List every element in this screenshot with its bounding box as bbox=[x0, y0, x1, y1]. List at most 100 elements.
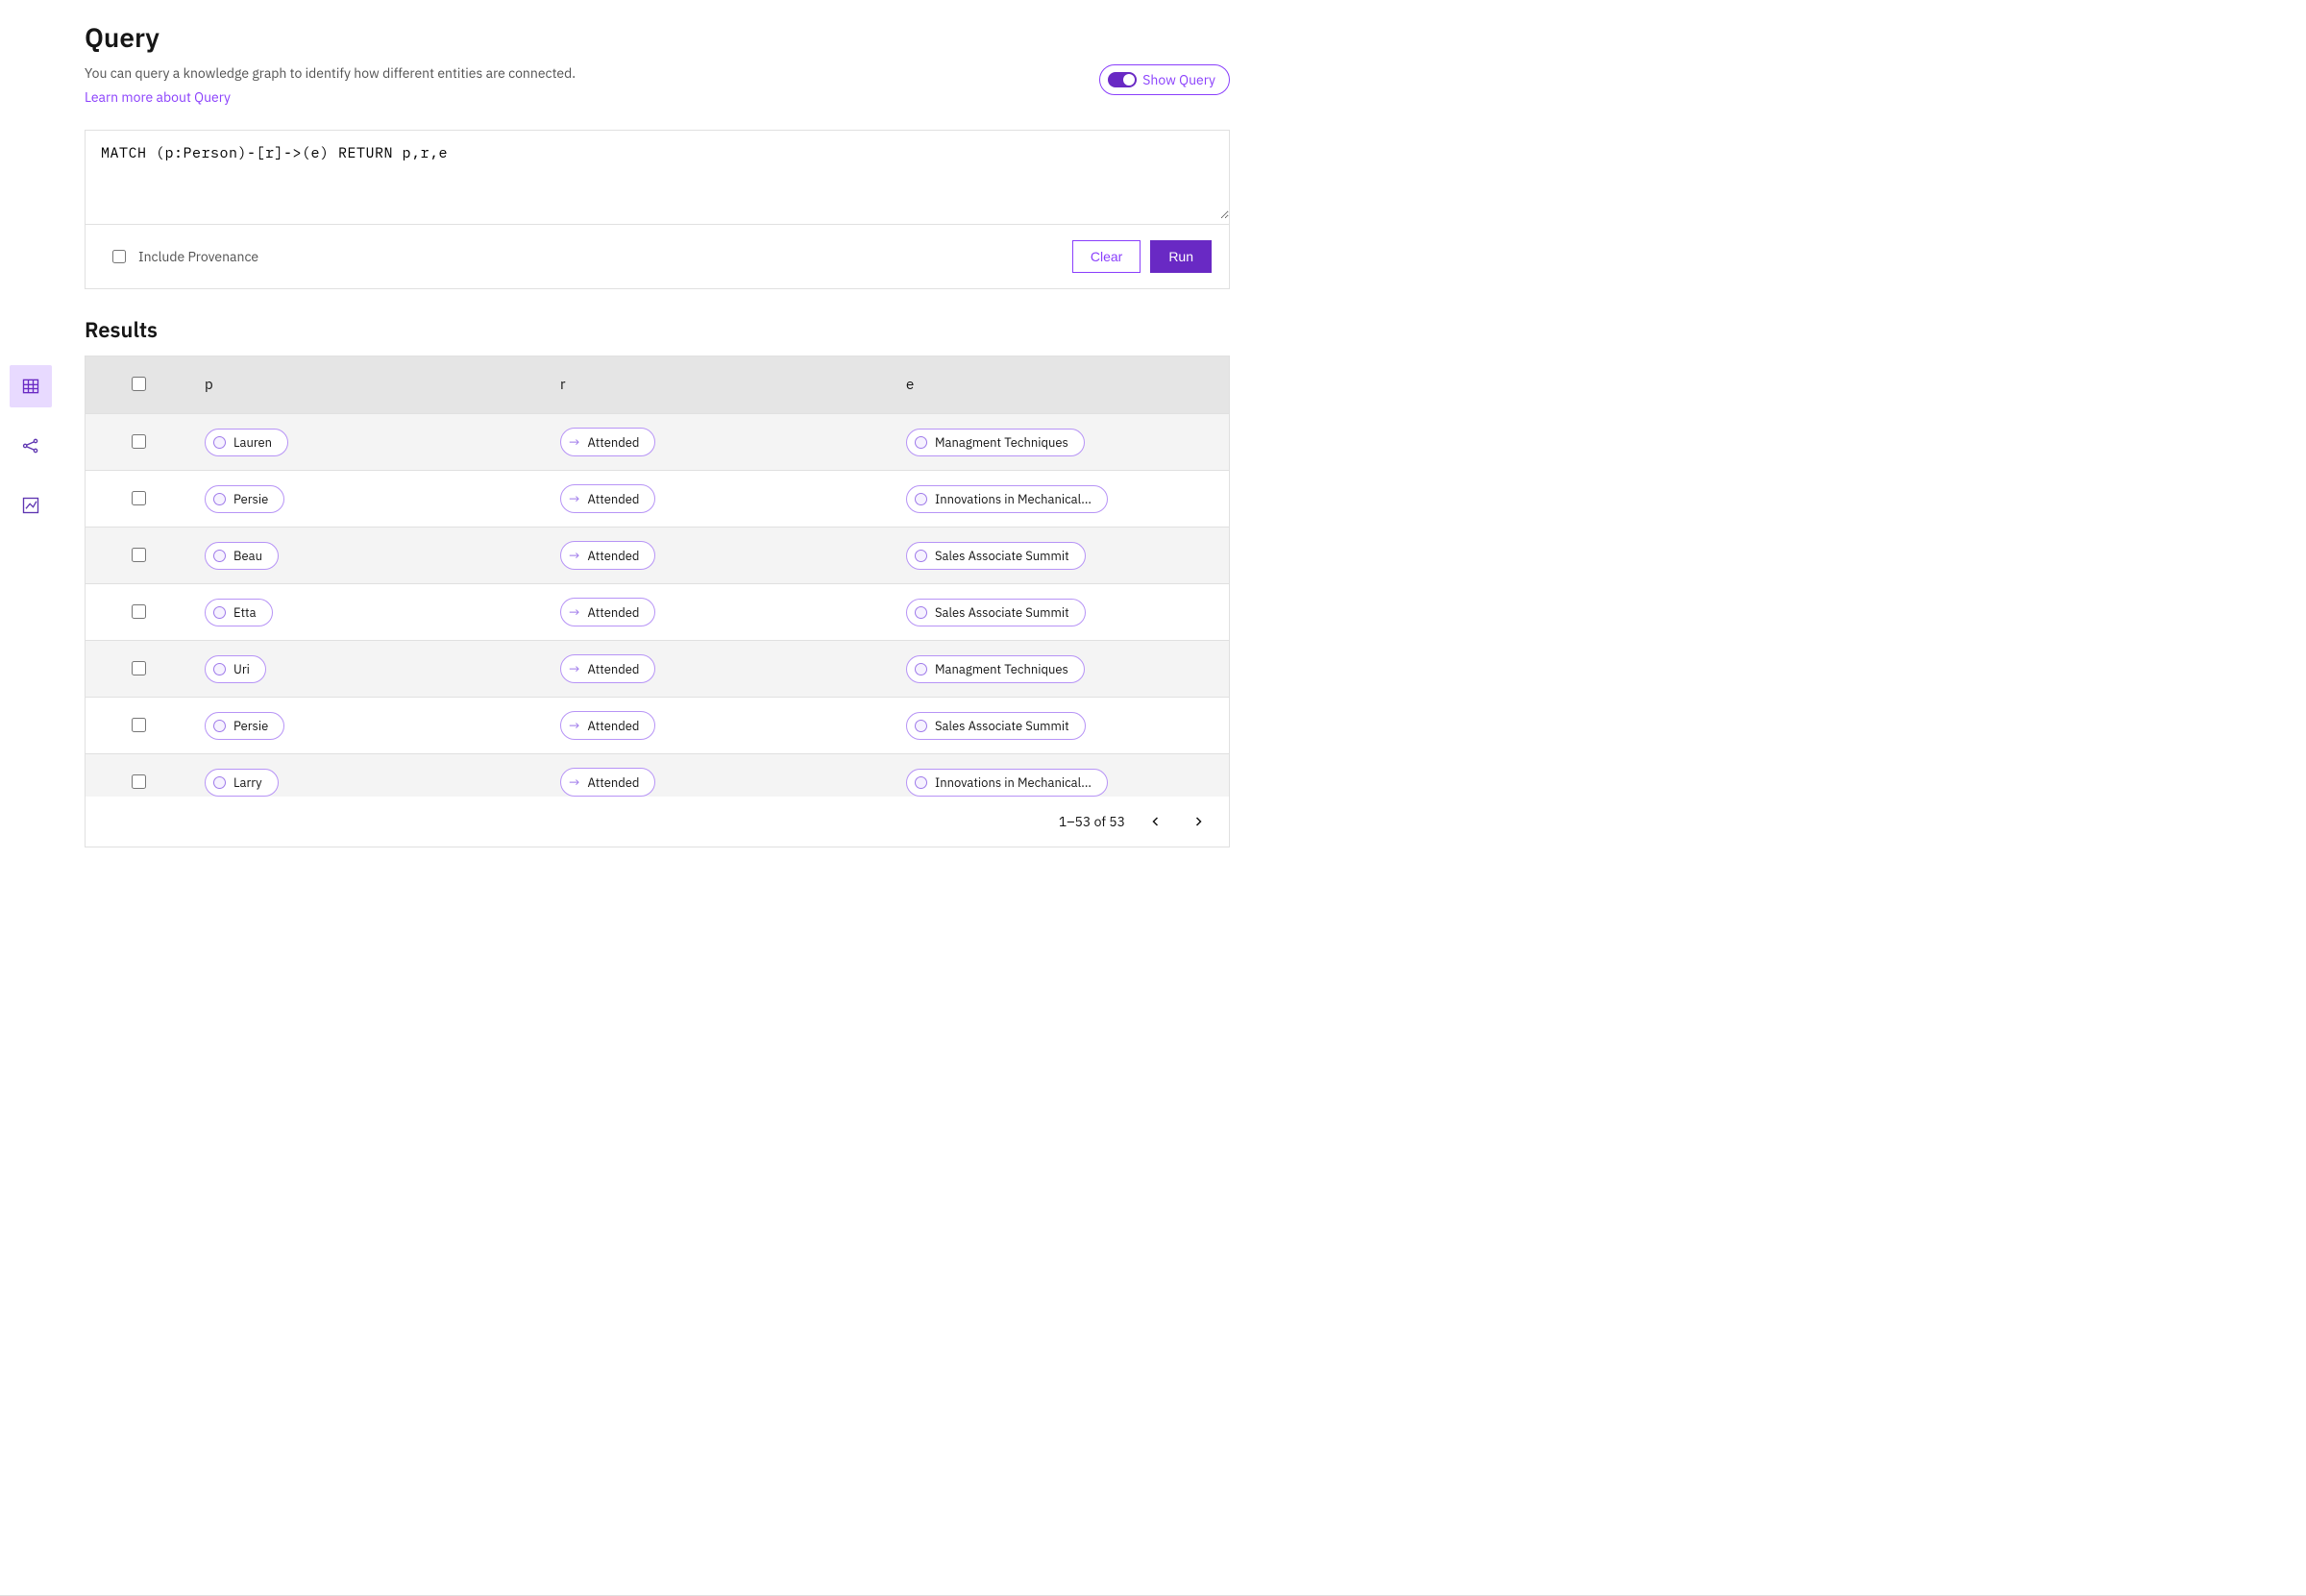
entity-chip[interactable]: Innovations in Mechanical... bbox=[906, 485, 1108, 513]
entity-chip[interactable]: Sales Associate Summit bbox=[906, 599, 1086, 626]
arrow-right-icon: → bbox=[569, 660, 579, 677]
row-checkbox[interactable] bbox=[132, 491, 146, 505]
entity-dot-icon bbox=[915, 436, 927, 449]
entity-chip[interactable]: Sales Associate Summit bbox=[906, 542, 1086, 570]
entity-label: Managment Techniques bbox=[935, 434, 1068, 451]
entity-dot-icon bbox=[213, 493, 226, 505]
table-icon bbox=[21, 377, 40, 396]
relation-label: Attended bbox=[587, 661, 639, 677]
table-row: Persie → Attended Innovations in Mechanical… bbox=[86, 471, 1229, 528]
col-header-r[interactable]: r bbox=[547, 356, 893, 414]
entity-dot-icon bbox=[213, 720, 226, 732]
pager-range: 1–53 of 53 bbox=[1059, 813, 1125, 830]
row-checkbox[interactable] bbox=[132, 434, 146, 449]
arrow-right-icon: → bbox=[569, 603, 579, 621]
arrow-right-icon: → bbox=[569, 773, 579, 791]
row-checkbox[interactable] bbox=[132, 661, 146, 675]
entity-chip[interactable]: Sales Associate Summit bbox=[906, 712, 1086, 740]
rail-stats-view[interactable] bbox=[10, 484, 52, 527]
graph-icon bbox=[21, 436, 40, 455]
entity-chip[interactable]: Managment Techniques bbox=[906, 655, 1085, 683]
include-provenance-label: Include Provenance bbox=[138, 248, 258, 265]
entity-dot-icon bbox=[213, 436, 226, 449]
entity-chip[interactable]: Persie bbox=[205, 712, 284, 740]
entity-label: Managment Techniques bbox=[935, 661, 1068, 677]
entity-dot-icon bbox=[915, 606, 927, 619]
relation-label: Attended bbox=[587, 548, 639, 564]
entity-dot-icon bbox=[213, 776, 226, 789]
table-row: Uri → Attended Managment Techniques bbox=[86, 641, 1229, 698]
entity-label: Sales Associate Summit bbox=[935, 604, 1069, 621]
entity-label: Innovations in Mechanical... bbox=[935, 774, 1092, 791]
entity-dot-icon bbox=[915, 493, 927, 505]
chevron-left-icon bbox=[1151, 817, 1161, 826]
arrow-right-icon: → bbox=[569, 490, 579, 507]
row-checkbox[interactable] bbox=[132, 774, 146, 789]
relation-chip[interactable]: →Attended bbox=[560, 428, 655, 456]
learn-more-link[interactable]: Learn more about Query bbox=[85, 88, 231, 106]
col-header-p[interactable]: p bbox=[191, 356, 547, 414]
show-query-toggle[interactable]: Show Query bbox=[1099, 64, 1230, 95]
chevron-right-icon bbox=[1193, 817, 1203, 826]
arrow-right-icon: → bbox=[569, 547, 579, 564]
table-row: Persie → Attended Sales Associate Summit bbox=[86, 698, 1229, 754]
entity-chip[interactable]: Innovations in Mechanical... bbox=[906, 769, 1108, 797]
entity-dot-icon bbox=[915, 776, 927, 789]
row-checkbox[interactable] bbox=[132, 548, 146, 562]
query-input[interactable] bbox=[86, 131, 1229, 219]
entity-chip[interactable]: Lauren bbox=[205, 429, 288, 456]
results-title: Results bbox=[85, 316, 1230, 344]
rail-table-view[interactable] bbox=[10, 365, 52, 407]
view-rail bbox=[0, 0, 61, 1595]
clear-button[interactable]: Clear bbox=[1072, 240, 1141, 273]
entity-label: Persie bbox=[233, 491, 268, 507]
show-query-label: Show Query bbox=[1142, 71, 1215, 88]
entity-chip[interactable]: Etta bbox=[205, 599, 273, 626]
arrow-right-icon: → bbox=[569, 433, 579, 451]
relation-chip[interactable]: →Attended bbox=[560, 768, 655, 797]
page-description: You can query a knowledge graph to ident… bbox=[85, 64, 576, 82]
relation-label: Attended bbox=[587, 718, 639, 734]
rail-graph-view[interactable] bbox=[10, 425, 52, 467]
entity-label: Innovations in Mechanical... bbox=[935, 491, 1092, 507]
entity-chip[interactable]: Larry bbox=[205, 769, 279, 797]
row-checkbox[interactable] bbox=[132, 718, 146, 732]
entity-dot-icon bbox=[213, 606, 226, 619]
table-row: Larry →Attended Innovations in Mechanical.… bbox=[86, 754, 1229, 798]
page-title: Query bbox=[85, 19, 1230, 55]
table-row: Lauren →Attended Managment Techniques bbox=[86, 414, 1229, 471]
entity-chip[interactable]: Uri bbox=[205, 655, 266, 683]
run-button[interactable]: Run bbox=[1150, 240, 1212, 273]
entity-label: Beau bbox=[233, 548, 262, 564]
row-checkbox[interactable] bbox=[132, 604, 146, 619]
entity-dot-icon bbox=[213, 550, 226, 562]
relation-chip[interactable]: → Attended bbox=[560, 484, 655, 513]
relation-label: Attended bbox=[587, 604, 639, 621]
entity-dot-icon bbox=[915, 663, 927, 675]
select-all-checkbox[interactable] bbox=[132, 377, 146, 391]
entity-chip[interactable]: Persie bbox=[205, 485, 284, 513]
entity-chip[interactable]: Beau bbox=[205, 542, 279, 570]
toggle-switch-icon bbox=[1108, 72, 1137, 87]
query-panel: Include Provenance Clear Run bbox=[85, 130, 1230, 289]
table-row: Etta → Attended Sales Associate Summit bbox=[86, 584, 1229, 641]
entity-label: Sales Associate Summit bbox=[935, 718, 1069, 734]
entity-chip[interactable]: Managment Techniques bbox=[906, 429, 1085, 456]
relation-chip[interactable]: → Attended bbox=[560, 541, 655, 570]
pager: 1–53 of 53 bbox=[85, 797, 1230, 847]
arrow-right-icon: → bbox=[569, 717, 579, 734]
relation-chip[interactable]: → Attended bbox=[560, 654, 655, 683]
results-table: p r e Lauren→AttendedManagment Technique… bbox=[85, 356, 1230, 797]
include-provenance-checkbox[interactable] bbox=[112, 250, 126, 263]
include-provenance[interactable]: Include Provenance bbox=[109, 247, 258, 266]
relation-chip[interactable]: → Attended bbox=[560, 598, 655, 626]
col-header-e[interactable]: e bbox=[893, 356, 1229, 414]
relation-label: Attended bbox=[587, 491, 639, 507]
relation-chip[interactable]: → Attended bbox=[560, 711, 655, 740]
entity-dot-icon bbox=[915, 720, 927, 732]
entity-label: Uri bbox=[233, 661, 250, 677]
entity-label: Etta bbox=[233, 604, 257, 621]
pager-next[interactable] bbox=[1187, 810, 1210, 833]
pager-prev[interactable] bbox=[1144, 810, 1167, 833]
entity-label: Persie bbox=[233, 718, 268, 734]
